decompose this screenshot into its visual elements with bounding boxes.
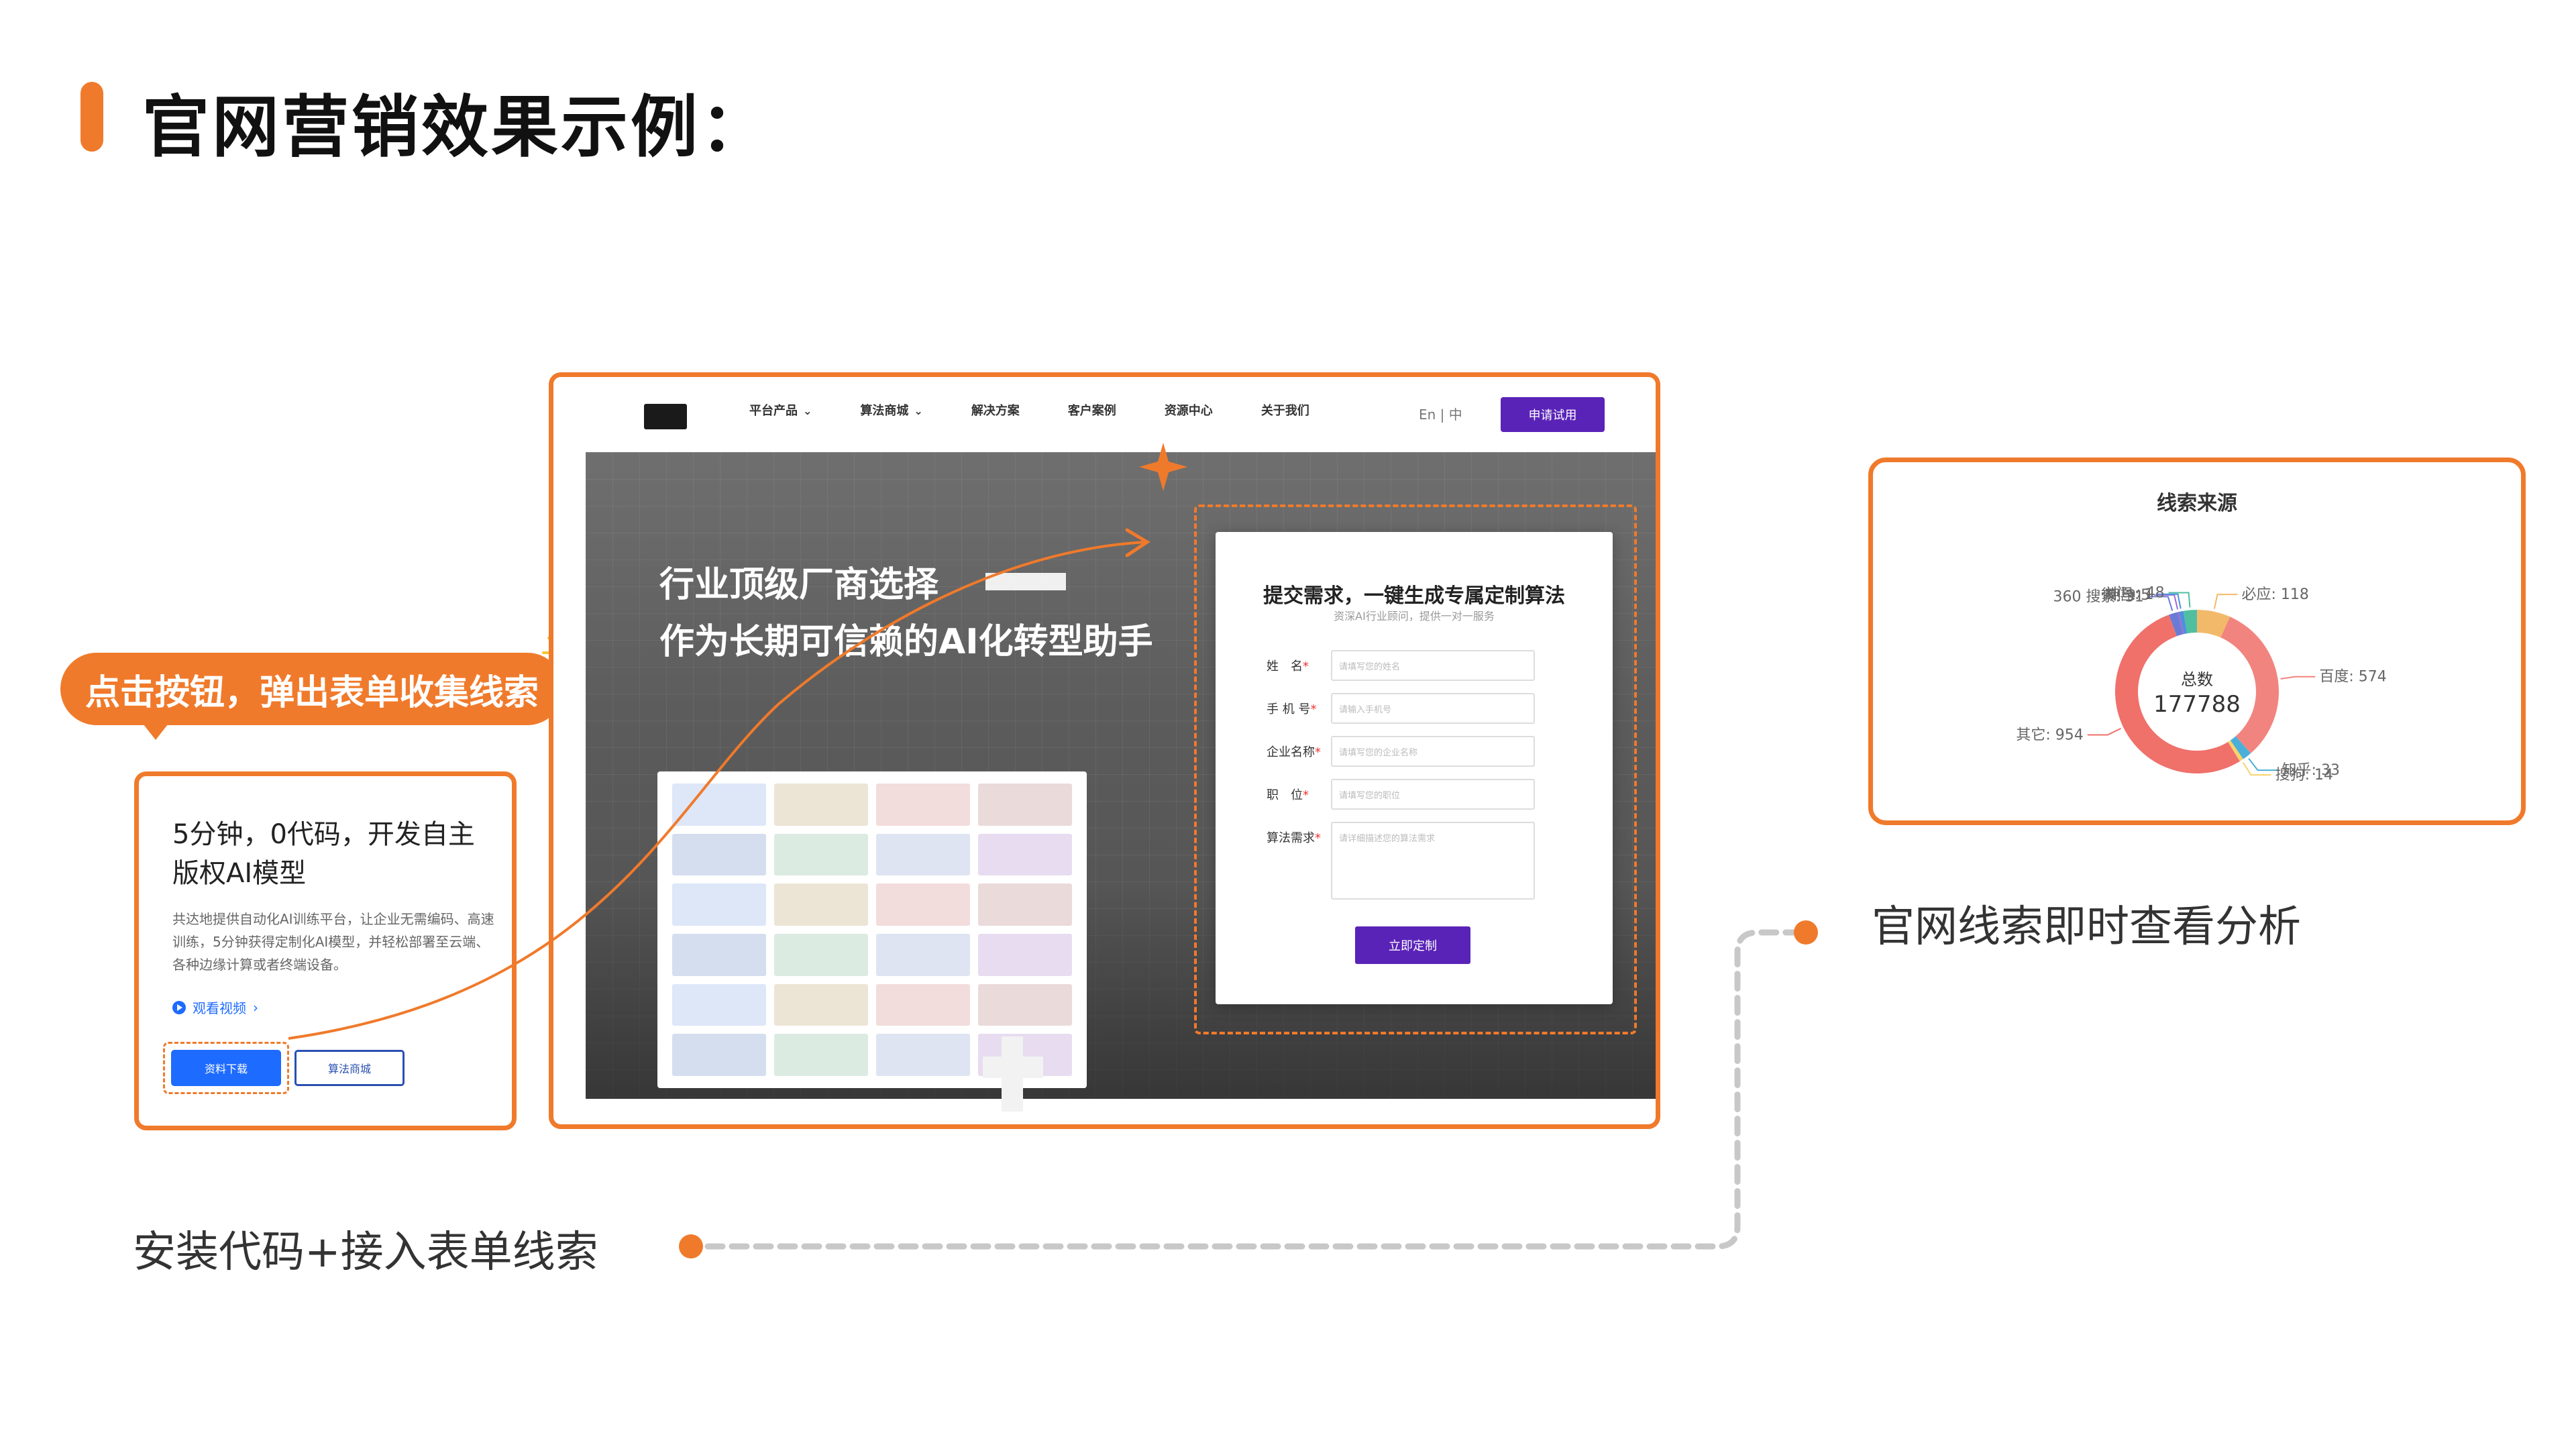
customize-submit-button[interactable]: 立即定制 xyxy=(1355,926,1470,964)
customer-logo xyxy=(978,833,1072,876)
card-description: 共达地提供自动化AI训练平台，让企业无需编码、高速训练，5分钟获得定制化AI模型… xyxy=(172,911,494,973)
form-label: 手 机 号* xyxy=(1267,702,1317,716)
customer-logo xyxy=(876,833,970,876)
lead-form: 提交需求，一键生成专属定制算法 资深AI行业顾问，提供一对一服务 姓 名* 请填… xyxy=(1216,532,1613,1004)
chevron-down-icon: ⌄ xyxy=(914,405,923,417)
slice-label: 搜狗: 14 xyxy=(2275,767,2333,784)
slice-label: 必应: 118 xyxy=(2241,586,2308,603)
requirement-textarea[interactable]: 请详细描述您的算法需求 xyxy=(1331,822,1535,900)
slide: 官网营销效果示例： 点击按钮，弹出表单收集线索 5分钟，0代码，开发自主版权AI… xyxy=(0,0,2576,1449)
form-row-requirement: 算法需求* 请详细描述您的算法需求 xyxy=(1267,822,1535,900)
language-switch[interactable]: En | 中 xyxy=(1419,404,1462,423)
site-nav-item[interactable]: 关于我们 xyxy=(1261,401,1309,419)
slice-leader-line xyxy=(2087,727,2122,736)
customer-logo xyxy=(672,983,766,1026)
customer-logo xyxy=(774,833,868,876)
play-icon xyxy=(172,1000,186,1014)
customer-logo xyxy=(774,983,868,1026)
form-label: 职 位* xyxy=(1267,788,1309,802)
company-field[interactable]: 请填写您的企业名称 xyxy=(1331,736,1535,767)
caption-lead-analysis: 官网线索即时查看分析 xyxy=(1872,902,2301,952)
site-nav-item[interactable]: 资源中心 xyxy=(1165,401,1213,419)
customer-logo xyxy=(876,784,970,826)
customer-logo xyxy=(876,983,970,1026)
customer-logo xyxy=(978,883,1072,926)
lead-source-donut: 360 搜索: 31微信: 5神马: 1qita: 48 必应: 118百度: 5… xyxy=(2016,585,2386,784)
callout-tail xyxy=(141,721,170,740)
watch-video-label: 观看视频 xyxy=(193,1000,246,1016)
customer-logo xyxy=(774,883,868,926)
hero-redacted-brand xyxy=(985,573,1066,590)
form-subtitle: 资深AI行业顾问，提供一对一服务 xyxy=(1334,610,1495,623)
form-label: 算法需求* xyxy=(1267,831,1321,845)
slice-leader-line xyxy=(2280,676,2316,680)
customer-logo xyxy=(672,883,766,926)
slice-label: 百度: 574 xyxy=(2319,669,2386,686)
customer-logo xyxy=(672,784,766,826)
card-title: 5分钟，0代码，开发自主版权AI模型 xyxy=(172,819,475,889)
customer-logo xyxy=(876,934,970,976)
download-button[interactable]: 资料下载 xyxy=(171,1050,281,1086)
hero-headline-2: 作为长期可信赖的AI化转型助手 xyxy=(659,622,1153,662)
site-nav-items: 平台产品 ⌄ 算法商城 ⌄ 解决方案 客户案例 资源中心 关于我们 xyxy=(749,401,1309,419)
form-title: 提交需求，一键生成专属定制算法 xyxy=(1263,584,1565,608)
connector-dot-right xyxy=(1794,920,1818,945)
watch-video-link[interactable]: 观看视频 › xyxy=(172,998,258,1017)
slide-title: 官网营销效果示例： xyxy=(142,88,770,166)
form-label: 企业名称* xyxy=(1267,745,1321,759)
slice-leader-line xyxy=(2248,758,2278,771)
connector-dot-left xyxy=(679,1234,703,1258)
customer-logo xyxy=(978,784,1072,826)
lead-source-chart-card: 线索来源 360 搜索: 31 微信: 5 神马: 1 qita: 48 必应: 118… xyxy=(1868,458,2526,825)
site-logo[interactable] xyxy=(644,404,687,429)
customer-logo xyxy=(774,1034,868,1076)
slice-label: qita: 48 xyxy=(2108,585,2165,602)
form-label: 姓 名* xyxy=(1267,659,1309,674)
customer-logo xyxy=(876,1034,970,1076)
donut-center-value: 177788 xyxy=(2153,691,2241,718)
callout-bubble: 点击按钮，弹出表单收集线索 xyxy=(60,653,564,725)
site-navbar: 平台产品 ⌄ 算法商城 ⌄ 解决方案 客户案例 资源中心 关于我们 En | 中 申请试用 xyxy=(553,377,1656,452)
form-row-name: 姓 名* 请填写您的姓名 xyxy=(1267,650,1535,681)
site-nav-item[interactable]: 平台产品 ⌄ xyxy=(749,401,812,419)
donut-center-label: 总数 xyxy=(2181,670,2213,689)
chevron-down-icon: ⌄ xyxy=(803,405,812,417)
customer-logo xyxy=(774,784,868,826)
slice-label: 其它: 954 xyxy=(2016,727,2083,743)
title-accent-bar xyxy=(80,82,103,152)
customer-logo xyxy=(978,983,1072,1026)
form-row-position: 职 位* 请填写您的职位 xyxy=(1267,779,1535,810)
hero-headline-1: 行业顶级厂商选择 xyxy=(659,565,939,605)
phone-field[interactable]: 请输入手机号 xyxy=(1331,693,1535,724)
pie-slice xyxy=(2220,616,2279,754)
slice-leader-line xyxy=(2213,594,2238,609)
customer-logo xyxy=(672,1034,766,1076)
customer-logo xyxy=(978,934,1072,976)
customer-logo xyxy=(672,934,766,976)
site-nav-item[interactable]: 客户案例 xyxy=(1068,401,1116,419)
form-row-company: 企业名称* 请填写您的企业名称 xyxy=(1267,736,1535,767)
chevron-right-icon: › xyxy=(253,999,258,1016)
customer-logo xyxy=(672,833,766,876)
algorithm-mall-button[interactable]: 算法商城 xyxy=(294,1050,405,1086)
hero-watermark-glyph xyxy=(983,1036,1043,1112)
form-row-phone: 手 机 号* 请输入手机号 xyxy=(1267,693,1535,724)
customer-logo xyxy=(774,934,868,976)
name-field[interactable]: 请填写您的姓名 xyxy=(1331,650,1535,681)
apply-trial-button[interactable]: 申请试用 xyxy=(1501,397,1605,432)
caption-install-code: 安装代码+接入表单线索 xyxy=(133,1228,598,1277)
site-nav-item[interactable]: 解决方案 xyxy=(971,401,1020,419)
customer-logo xyxy=(876,883,970,926)
position-field[interactable]: 请填写您的职位 xyxy=(1331,779,1535,810)
feature-card: 5分钟，0代码，开发自主版权AI模型 共达地提供自动化AI训练平台，让企业无需编… xyxy=(134,771,517,1130)
site-nav-item[interactable]: 算法商城 ⌄ xyxy=(860,401,922,419)
